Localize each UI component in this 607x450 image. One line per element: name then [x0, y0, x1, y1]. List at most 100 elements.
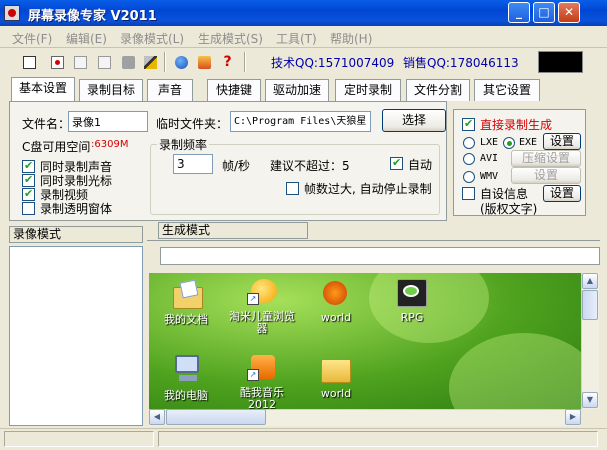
- sales-qq: 销售QQ:178046113: [403, 56, 519, 70]
- settings-icon: [144, 56, 157, 69]
- disk-space-label: C盘可用空间: [22, 140, 91, 154]
- menu-bar: 文件(F) 编辑(E) 录像模式(L) 生成模式(S) 工具(T) 帮助(H): [0, 26, 607, 48]
- scroll-left-arrow[interactable]: ◀: [149, 409, 165, 425]
- frame-rate-unit: 帧/秒: [222, 159, 251, 173]
- my-computer-icon[interactable]: [171, 353, 203, 383]
- compress-settings-button[interactable]: 压缩设置: [511, 150, 581, 167]
- my-documents-icon[interactable]: [171, 279, 203, 309]
- globe-icon: [175, 56, 188, 69]
- tools-icon: [198, 56, 211, 69]
- custom-info-settings-button[interactable]: 设置: [543, 185, 581, 202]
- record-frequency-legend: 录制频率: [157, 136, 210, 153]
- desktop-label: 淘米儿童浏览器: [229, 310, 295, 335]
- frame-rate-input[interactable]: 3: [173, 154, 213, 174]
- frame-rate-hint: 建议不超过：5: [270, 159, 350, 173]
- format-exe-radio[interactable]: [503, 137, 515, 149]
- format-lxe-radio[interactable]: [463, 137, 475, 149]
- tab-hotkeys[interactable]: 快捷键: [207, 79, 261, 101]
- taomi-browser-icon[interactable]: ↗: [247, 277, 279, 307]
- select-folder-button[interactable]: 选择: [382, 109, 446, 132]
- menu-edit[interactable]: 编辑(E): [66, 30, 107, 47]
- scroll-up-arrow[interactable]: ▲: [582, 273, 598, 289]
- leaf-decoration: [449, 333, 581, 409]
- stop-button[interactable]: [95, 53, 113, 71]
- direct-generate-checkbox[interactable]: [462, 117, 475, 131]
- status-cell: [4, 431, 154, 447]
- help-icon: ?: [223, 54, 232, 70]
- tab-basic-settings[interactable]: 基本设置: [11, 77, 75, 102]
- folder-icon[interactable]: [319, 353, 351, 383]
- tab-scheduled-record[interactable]: 定时录制: [335, 79, 401, 101]
- web-button[interactable]: [172, 53, 190, 71]
- record-video-checkbox[interactable]: [22, 187, 35, 201]
- horizontal-scroll-thumb[interactable]: [166, 409, 266, 425]
- filename-label: 文件名：: [22, 117, 71, 131]
- menu-generate-mode[interactable]: 生成模式(S): [198, 30, 263, 47]
- record-cursor-checkbox[interactable]: [22, 173, 35, 187]
- world-app-icon[interactable]: [319, 277, 351, 307]
- tech-support-qq: 技术QQ:1571007409: [271, 56, 395, 70]
- new-file-icon: [23, 56, 36, 69]
- format-lxe-label: LXE: [480, 137, 499, 148]
- format-wmv-radio[interactable]: [463, 171, 475, 183]
- pane-divider: [147, 240, 600, 241]
- menu-record-mode[interactable]: 录像模式(L): [120, 30, 184, 47]
- maximize-button[interactable]: □: [533, 2, 555, 23]
- stop-icon: [98, 56, 111, 69]
- close-button[interactable]: ✕: [558, 2, 580, 23]
- scroll-right-arrow[interactable]: ▶: [565, 409, 581, 425]
- menu-help[interactable]: 帮助(H): [330, 30, 372, 47]
- disk-space-value: :6309M: [91, 139, 129, 150]
- tab-record-target[interactable]: 录制目标: [79, 79, 143, 101]
- auto-frame-rate-checkbox[interactable]: [390, 156, 403, 170]
- custom-info-checkbox[interactable]: [462, 187, 475, 200]
- vertical-scroll-thumb[interactable]: [582, 290, 598, 320]
- temp-folder-input[interactable]: C:\Program Files\天狼星: [230, 111, 371, 132]
- rpg-icon[interactable]: [395, 277, 427, 307]
- tools-button[interactable]: [195, 53, 213, 71]
- camera-button[interactable]: [119, 53, 137, 71]
- auto-stop-checkbox[interactable]: [286, 182, 299, 195]
- format-avi-label: AVI: [480, 153, 499, 164]
- wmv-settings-button[interactable]: 设置: [511, 167, 581, 184]
- direct-generate-label: 直接录制生成: [480, 118, 553, 132]
- leaf-decoration: [369, 273, 489, 343]
- auto-frame-rate-label: 自动: [408, 158, 433, 172]
- camera-icon: [122, 56, 135, 69]
- tab-file-split[interactable]: 文件分割: [406, 79, 470, 101]
- help-button[interactable]: ?: [218, 53, 236, 71]
- title-bar[interactable]: 屏幕录像专家 V2011 _ □ ✕: [0, 0, 607, 26]
- menu-file[interactable]: 文件(F): [12, 30, 52, 47]
- desktop-label: 我的电脑: [164, 389, 208, 402]
- auto-stop-label: 帧数过大, 自动停止录制: [304, 182, 432, 196]
- options-button[interactable]: [141, 53, 159, 71]
- filename-input[interactable]: 录像1: [68, 111, 148, 132]
- new-file-button[interactable]: [20, 53, 38, 71]
- desktop-label: 我的文档: [164, 313, 208, 326]
- menu-tools[interactable]: 工具(T): [276, 30, 317, 47]
- tab-sound[interactable]: 声音: [147, 79, 193, 101]
- custom-info-sublabel: (版权文字): [480, 202, 538, 216]
- format-avi-radio[interactable]: [463, 153, 475, 165]
- record-mode-list[interactable]: [9, 246, 143, 426]
- pause-button[interactable]: [71, 53, 89, 71]
- tab-driver-acceleration[interactable]: 驱动加速: [265, 79, 329, 101]
- preview-toolbar: [160, 247, 600, 265]
- app-icon[interactable]: [4, 5, 20, 21]
- temp-folder-label: 临时文件夹：: [156, 117, 229, 131]
- desktop-preview[interactable]: 我的文档 ↗ 淘米儿童浏览器 world RPG 我的电脑 ↗ 酷我音乐2012…: [149, 273, 581, 409]
- scroll-down-arrow[interactable]: ▼: [582, 392, 598, 408]
- tab-other-settings[interactable]: 其它设置: [474, 79, 540, 101]
- toolbar-separator: [244, 52, 246, 72]
- desktop-label: world: [320, 387, 352, 400]
- record-sound-checkbox[interactable]: [22, 159, 35, 173]
- record-transparent-checkbox[interactable]: [22, 202, 35, 215]
- toolbar-separator: [164, 52, 166, 72]
- format-exe-label: EXE: [519, 137, 538, 148]
- format-wmv-label: WMV: [480, 171, 499, 182]
- record-button[interactable]: [48, 53, 66, 71]
- window-title: 屏幕录像专家 V2011: [28, 9, 157, 24]
- kuwo-music-icon[interactable]: ↗: [247, 353, 279, 383]
- exe-settings-button[interactable]: 设置: [543, 133, 581, 150]
- minimize-button[interactable]: _: [508, 2, 530, 23]
